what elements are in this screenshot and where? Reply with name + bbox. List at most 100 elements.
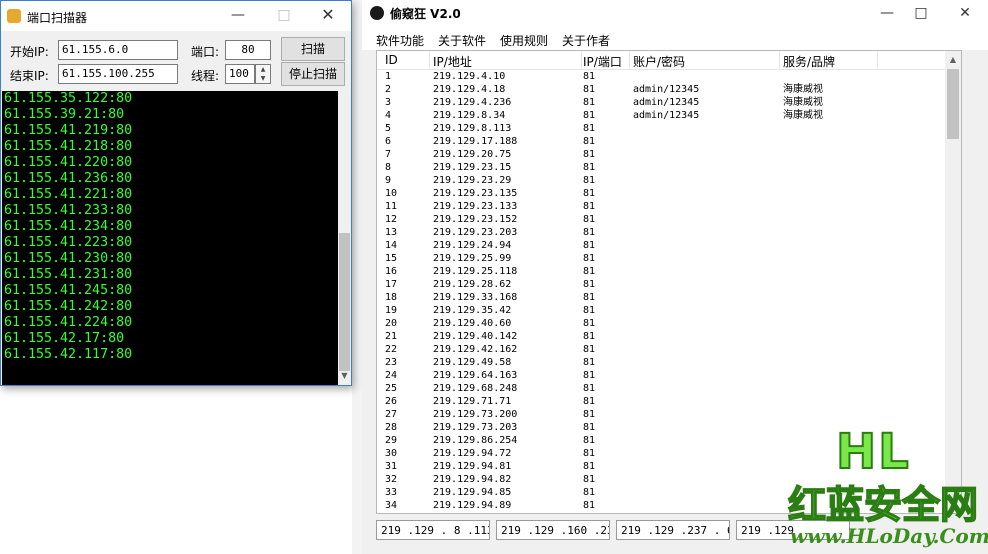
table-cell: 30 [385,448,398,459]
menu-about-author[interactable]: 关于作者 [562,32,610,49]
table-cell: 219.129.28.62 [433,279,512,290]
stop-scan-button[interactable]: 停止扫描 [281,62,345,86]
table-row[interactable]: 19 219.129.35.42 81 [377,304,945,317]
console-line: 61.155.41.234:80 [4,219,133,234]
table-cell: 219.129.42.162 [433,344,518,355]
maximize-button[interactable]: □ [898,0,944,28]
close-button[interactable]: ✕ [942,0,988,28]
threads-spinner-icon[interactable]: ▲ ▼ [255,64,271,84]
table-cell: 81 [583,162,596,173]
scroll-down-arrow-icon[interactable]: ▼ [339,371,350,383]
table-row[interactable]: 7 219.129.20.75 81 [377,148,945,161]
table-row[interactable]: 27 219.129.73.200 81 [377,408,945,421]
table-row[interactable]: 9 219.129.23.29 81 [377,174,945,187]
table-row[interactable]: 1 219.129.4.10 81 [377,70,945,83]
table-row[interactable]: 14 219.129.24.94 81 [377,239,945,252]
table-row[interactable]: 5 219.129.8.113 81 [377,122,945,135]
table-cell: 81 [583,461,596,472]
table-row[interactable]: 25 219.129.68.248 81 [377,382,945,395]
column-divider[interactable] [779,51,780,69]
table-cell: 29 [385,435,398,446]
table-row[interactable]: 20 219.129.40.60 81 [377,317,945,330]
table-cell: 81 [583,370,596,381]
table-cell: 219.129.64.163 [433,370,518,381]
menu-usage-rules[interactable]: 使用规则 [500,32,548,49]
menu-about-software[interactable]: 关于软件 [438,32,486,49]
background-window-fragment [352,0,362,554]
column-divider[interactable] [429,51,430,69]
console-line: 61.155.41.221:80 [4,187,133,202]
table-cell: 9 [385,175,392,186]
peeker-titlebar[interactable]: 偷窥狂 V2.0 — □ ✕ [362,0,988,28]
table-cell: 81 [583,84,596,95]
close-button[interactable]: ✕ [305,2,351,30]
table-row[interactable]: 2 219.129.4.18 81 admin/12345 海康威视 [377,83,945,96]
table-row[interactable]: 12 219.129.23.152 81 [377,213,945,226]
table-cell: 81 [583,188,596,199]
scrollbar-thumb[interactable] [947,69,959,139]
table-row[interactable]: 8 219.129.23.15 81 [377,161,945,174]
table-cell: 21 [385,331,398,342]
table-row[interactable]: 4 219.129.8.34 81 admin/12345 海康威视 [377,109,945,122]
table-cell: 5 [385,123,392,134]
table-cell: 219.129.49.58 [433,357,512,368]
column-header-brand[interactable]: 服务/品牌 [783,53,835,70]
console-line: 61.155.41.236:80 [4,171,133,186]
table-cell: 32 [385,474,398,485]
column-divider[interactable] [629,51,630,69]
table-cell: 219.129.23.135 [433,188,518,199]
table-row[interactable]: 11 219.129.23.133 81 [377,200,945,213]
table-row[interactable]: 22 219.129.42.162 81 [377,343,945,356]
scrollbar-thumb[interactable] [339,233,350,371]
table-cell: 219.129.23.152 [433,214,518,225]
table-row[interactable]: 16 219.129.25.118 81 [377,265,945,278]
port-input[interactable]: 80 [225,40,271,60]
table-cell: admin/12345 [633,84,700,95]
table-row[interactable]: 24 219.129.64.163 81 [377,369,945,382]
window-title: 端口扫描器 [27,11,88,25]
table-row[interactable]: 10 219.129.23.135 81 [377,187,945,200]
threads-input[interactable]: 100 [225,64,255,84]
column-header-id[interactable]: ID [385,53,398,67]
table-cell: 219.129.4.236 [433,97,512,108]
minimize-button[interactable]: — [215,2,261,30]
scroll-up-arrow-icon[interactable]: ▲ [947,53,959,67]
ip-field-3[interactable]: 219 .129 .237 . 61 [616,520,730,540]
maximize-button[interactable]: □ [261,2,307,30]
port-label: 端口: [191,45,220,59]
table-cell: 28 [385,422,398,433]
table-row[interactable]: 15 219.129.25.99 81 [377,252,945,265]
start-ip-input[interactable]: 61.155.6.0 [58,40,178,60]
table-row[interactable]: 23 219.129.49.58 81 [377,356,945,369]
table-cell: 81 [583,344,596,355]
table-cell: 81 [583,175,596,186]
column-header-ip[interactable]: IP/地址 [433,53,472,70]
console-line: 61.155.41.245:80 [4,283,133,298]
scanner-titlebar[interactable]: 端口扫描器 — □ ✕ [1,1,351,31]
table-cell: 18 [385,292,398,303]
end-ip-input[interactable]: 61.155.100.255 [58,64,178,84]
table-row[interactable]: 21 219.129.40.142 81 [377,330,945,343]
ip-field-2[interactable]: 219 .129 .160 .230 [496,520,610,540]
table-row[interactable]: 3 219.129.4.236 81 admin/12345 海康威视 [377,96,945,109]
console-scrollbar[interactable]: ▼ [338,91,351,385]
column-divider[interactable] [877,51,878,69]
ip-field-1[interactable]: 219 .129 . 8 .113 [376,520,490,540]
scan-button[interactable]: 扫描 [281,37,345,61]
table-cell: 219.129.71.71 [433,396,512,407]
table-row[interactable]: 18 219.129.33.168 81 [377,291,945,304]
table-row[interactable]: 26 219.129.71.71 81 [377,395,945,408]
menu-software-features[interactable]: 软件功能 [376,32,424,49]
table-row[interactable]: 6 219.129.17.188 81 [377,135,945,148]
column-divider[interactable] [581,51,582,69]
watermark-logo: HL [835,423,911,481]
list-scrollbar[interactable]: ▲ [945,51,961,513]
column-header-account[interactable]: 账户/密码 [633,53,685,70]
table-cell: 81 [583,214,596,225]
threads-label: 线程: [191,69,220,83]
table-row[interactable]: 17 219.129.28.62 81 [377,278,945,291]
table-row[interactable]: 13 219.129.23.203 81 [377,226,945,239]
table-cell: 219.129.17.188 [433,136,518,147]
column-header-port[interactable]: IP/端口 [583,53,629,70]
table-cell: 219.129.8.34 [433,110,506,121]
